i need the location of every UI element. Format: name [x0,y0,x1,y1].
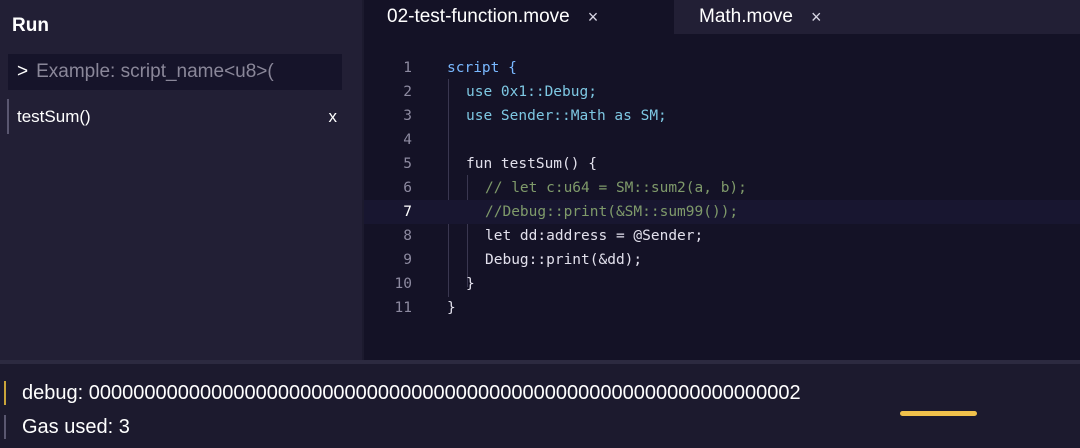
code-line: 1 script { [364,56,1080,80]
code-line: 5 fun testSum() { [364,152,1080,176]
code-line: 2 use 0x1::Debug; [364,80,1080,104]
line-number: 11 [394,300,412,316]
close-icon[interactable]: × [588,7,599,28]
code-text: //Debug::print(&SM::sum99()); [485,204,739,220]
code-line: 11 } [364,296,1080,320]
line-number: 9 [403,252,412,268]
run-script-input[interactable]: > Example: script_name<u8>( [8,54,342,90]
code-text: } [466,276,475,292]
line-number: 3 [403,108,412,124]
code-text: use Sender::Math as SM; [466,108,667,124]
tab-math[interactable]: Math.move × [699,0,822,34]
line-number: 7 [403,204,412,220]
code-text: let dd:address = @Sender; [485,228,704,244]
code-text: use 0x1::Debug; [466,84,597,100]
code-line: 10 } [364,272,1080,296]
code-line: 3 use Sender::Math as SM; [364,104,1080,128]
line-number: 5 [403,156,412,172]
run-panel: Run > Example: script_name<u8>( testSum(… [0,0,362,360]
remove-script-button[interactable]: x [329,107,338,127]
tab-02-test-function[interactable]: 02-test-function.move × [364,0,674,34]
output-console: debug: 000000000000000000000000000000000… [0,364,1080,448]
script-item-label: testSum() [17,106,91,126]
code-line: 4 [364,128,1080,152]
close-icon[interactable]: × [811,7,822,28]
editor-tab-bar: 02-test-function.move × Math.move × [364,0,1080,34]
code-text: script { [447,60,517,76]
line-number: 8 [403,228,412,244]
tab-label: 02-test-function.move [387,6,570,27]
highlight-underline [900,411,977,416]
script-list-item[interactable]: testSum() x [7,99,347,134]
line-number: 2 [403,84,412,100]
run-panel-title: Run [12,15,49,36]
code-text: fun testSum() { [466,156,597,172]
prompt-icon: > [17,61,29,82]
gas-used-line: Gas used: 3 [4,415,130,439]
line-number: 4 [403,132,412,148]
line-number: 10 [394,276,412,292]
code-line: 8 let dd:address = @Sender; [364,224,1080,248]
code-editor[interactable]: 1 script { 2 use 0x1::Debug; 3 use Sende… [364,34,1080,360]
run-input-placeholder: Example: script_name<u8>( [36,61,274,82]
tab-label: Math.move [699,6,793,27]
debug-output-line: debug: 000000000000000000000000000000000… [4,381,801,405]
line-number: 1 [403,60,412,76]
code-text: } [447,300,456,316]
code-text: // let c:u64 = SM::sum2(a, b); [485,180,747,196]
code-text: Debug::print(&dd); [485,252,643,268]
code-line: 6 // let c:u64 = SM::sum2(a, b); [364,176,1080,200]
code-line: 9 Debug::print(&dd); [364,248,1080,272]
line-number: 6 [403,180,412,196]
code-line-current: 7 //Debug::print(&SM::sum99()); [364,200,1080,224]
